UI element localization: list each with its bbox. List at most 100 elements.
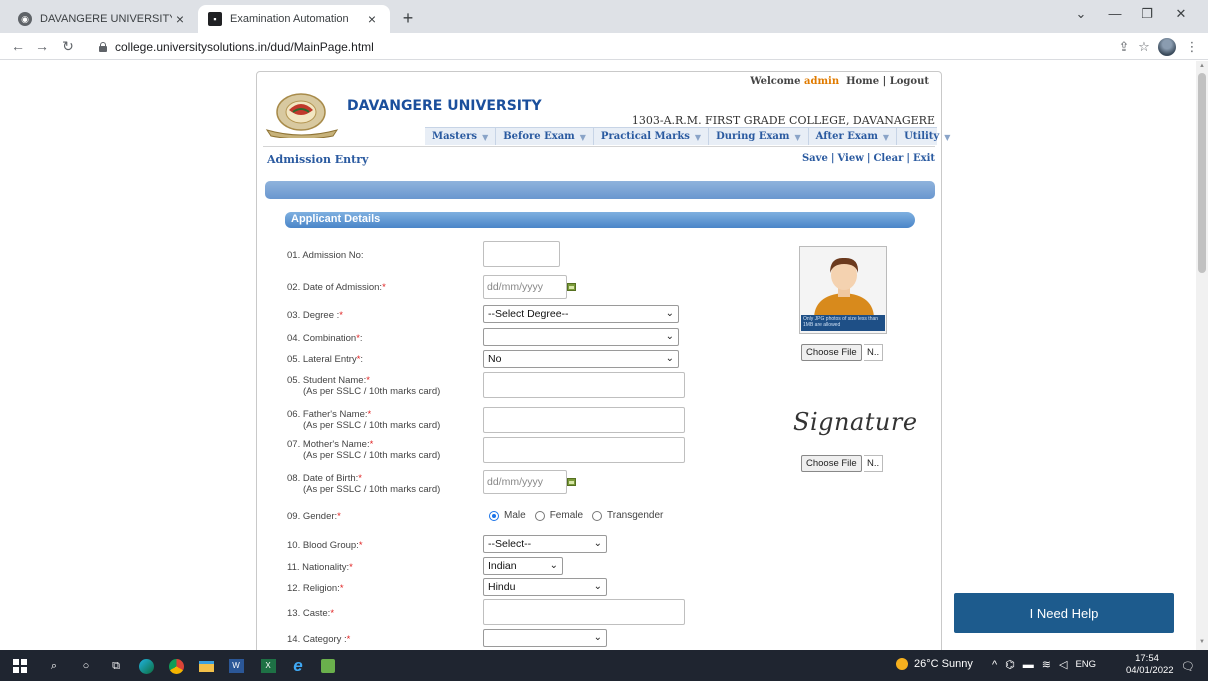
chevron-down-icon: ⌄ [549,560,558,571]
label-text: 02. Date of Admission: [287,282,383,293]
clock[interactable]: 17:54 04/01/2022 [1126,653,1174,677]
menu-utility[interactable]: Utility ▼ [897,128,957,145]
caste-input[interactable] [483,599,685,625]
chevron-down-icon: ⌄ [665,308,674,319]
language-indicator[interactable]: ENG [1075,659,1096,670]
calendar-icon[interactable] [567,283,576,291]
radio-label: Transgender [607,510,664,521]
app-icon[interactable] [320,658,336,674]
category-label: 14. Category :* [287,634,351,645]
dob-input[interactable]: dd/mm/yyyy [483,470,567,494]
profile-avatar[interactable] [1158,38,1176,56]
tab-search-chevron-icon[interactable]: ⌄ [1066,6,1096,22]
minimize-button[interactable]: — [1100,6,1130,21]
gender-female-radio[interactable] [534,510,545,521]
signature-choose-file-button[interactable]: Choose File [801,455,862,472]
father-name-input[interactable] [483,407,685,433]
restore-button[interactable]: ❐ [1132,6,1162,22]
chrome-icon[interactable] [168,658,184,674]
internet-explorer-icon[interactable]: e [290,656,306,675]
title-band [265,181,935,199]
scroll-up-icon[interactable]: ▲ [1198,63,1206,71]
help-button[interactable]: I Need Help [954,593,1174,633]
father-name-label: 06. Father's Name:* (As per SSLC / 10th m… [287,409,441,431]
date-of-admission-input[interactable]: dd/mm/yyyy [483,275,567,299]
category-select[interactable]: ⌄ [483,629,607,647]
search-icon[interactable]: ⌕ [46,658,62,674]
browser-tab-davangere[interactable]: ◉ DAVANGERE UNIVERSITY × [8,5,198,33]
select-value: No [488,353,502,365]
scroll-thumb[interactable] [1198,73,1206,273]
new-tab-button[interactable]: + [396,7,420,31]
menu-label: Before Exam [503,131,575,142]
sun-icon [896,658,908,670]
menu-label: Masters [432,131,478,142]
date-placeholder: dd/mm/yyyy [487,281,544,293]
menu-during-exam[interactable]: During Exam ▼ [709,128,809,145]
cortana-icon[interactable]: ○ [78,658,94,674]
admission-no-input[interactable] [483,241,560,267]
gender-transgender-radio[interactable] [592,510,603,521]
student-name-input[interactable] [483,372,685,398]
label-text: 10. Blood Group: [287,540,359,551]
scroll-down-icon[interactable]: ▼ [1198,639,1206,647]
religion-select[interactable]: Hindu ⌄ [483,578,607,596]
page-scrollbar[interactable]: ▲ ▼ [1196,61,1208,650]
windows-taskbar: ⌕ ○ ⧉ W X e 26°C Sunny ^ ⌬ ▬ ≋ ◁ ENG 17:… [0,650,1208,681]
select-value: --Select Degree-- [488,308,569,320]
label-text: 06. Father's Name: [287,409,368,420]
label-text: 04. Combination [287,333,357,344]
lateral-entry-select[interactable]: No ⌄ [483,350,679,368]
label-text: 11. Nationality: [287,562,350,573]
share-icon[interactable]: ⇪ [1114,37,1134,57]
menu-before-exam[interactable]: Before Exam ▼ [496,128,594,145]
edge-icon[interactable] [138,658,154,674]
menu-kebab-icon[interactable]: ⋮ [1182,37,1202,57]
back-arrow-icon[interactable]: ← [8,36,28,56]
logout-link[interactable]: Logout [890,76,929,87]
reload-icon[interactable]: ↻ [58,36,78,56]
window-close-button[interactable]: ✕ [1166,6,1196,22]
label-text: 08. Date of Birth: [287,473,359,484]
browser-tab-examination[interactable]: ▪ Examination Automation × [198,5,390,33]
notifications-icon[interactable]: 🗨 [1180,658,1196,674]
menu-masters[interactable]: Masters ▼ [425,128,497,145]
menu-after-exam[interactable]: After Exam ▼ [809,128,898,145]
weather-widget[interactable]: 26°C Sunny [896,658,973,670]
label-text: 03. Degree : [287,310,340,321]
close-icon[interactable]: × [172,11,188,27]
degree-select[interactable]: --Select Degree-- ⌄ [483,305,679,323]
windows-start-icon[interactable] [12,658,28,674]
caret-down-icon: ▼ [579,131,586,142]
system-tray-icons[interactable]: ^ ⌬ ▬ ≋ ◁ ENG [992,658,1096,672]
section-header: Applicant Details [285,212,915,228]
word-icon[interactable]: W [228,658,244,674]
mother-name-input[interactable] [483,437,685,463]
menu-practical-marks[interactable]: Practical Marks ▼ [594,128,710,145]
chevron-up-icon[interactable]: ^ [992,659,997,671]
home-link[interactable]: Home [846,76,879,87]
file-explorer-icon[interactable] [198,658,214,674]
photo-choose-file-button[interactable]: Choose File [801,344,862,361]
bookmark-star-icon[interactable]: ☆ [1134,37,1154,57]
blood-group-select[interactable]: --Select-- ⌄ [483,535,607,553]
signature-placeholder: Signature [793,408,918,436]
view-link[interactable]: View [837,153,863,164]
save-link[interactable]: Save [802,153,828,164]
gender-male-radio[interactable] [489,510,499,521]
nationality-select[interactable]: Indian ⌄ [483,557,563,575]
address-bar[interactable]: college.universitysolutions.in/dud/MainP… [98,38,374,56]
main-menubar: Masters ▼ Before Exam ▼ Practical Marks ▼ D… [425,127,950,145]
forward-arrow-icon[interactable]: → [32,36,52,56]
globe-icon: ◉ [18,12,32,26]
excel-icon[interactable]: X [260,658,276,674]
exit-link[interactable]: Exit [913,153,935,164]
clear-link[interactable]: Clear [873,153,903,164]
university-logo [265,93,339,138]
task-view-icon[interactable]: ⧉ [108,658,124,674]
close-icon[interactable]: × [364,11,380,27]
combination-select[interactable]: ⌄ [483,328,679,346]
caret-down-icon: ▼ [794,131,801,142]
clock-date: 04/01/2022 [1126,665,1174,676]
calendar-icon[interactable] [567,478,576,486]
